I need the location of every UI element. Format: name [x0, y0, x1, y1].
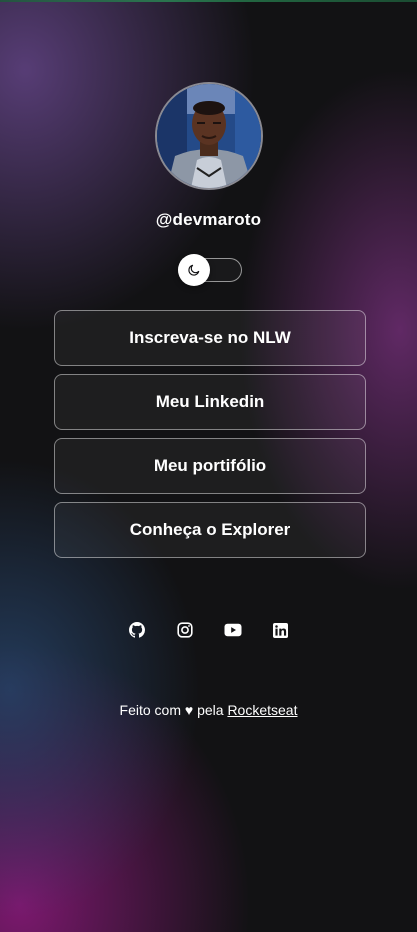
avatar-photo: [156, 84, 261, 188]
link-item: Inscreva-se no NLW: [54, 310, 366, 366]
instagram-link[interactable]: [173, 620, 197, 640]
link-nlw-button[interactable]: Inscreva-se no NLW: [54, 310, 366, 366]
page: @devmaroto Inscreva-se no NLW Meu Linked…: [0, 0, 417, 932]
rocketseat-link[interactable]: Rocketseat: [227, 702, 297, 718]
heart-icon: ♥: [184, 702, 194, 718]
top-accent-line: [0, 0, 417, 2]
links-list: Inscreva-se no NLW Meu Linkedin Meu port…: [54, 310, 366, 566]
footer: Feito com ♥ pela Rocketseat: [0, 702, 417, 718]
youtube-icon: [224, 623, 241, 637]
footer-middle: pela: [197, 702, 224, 718]
moon-icon: [188, 264, 200, 276]
theme-switch[interactable]: [178, 254, 242, 286]
youtube-link[interactable]: [221, 620, 245, 640]
profile-handle: @devmaroto: [155, 210, 262, 229]
social-links: [0, 620, 417, 640]
github-link[interactable]: [125, 620, 149, 640]
link-portfolio-button[interactable]: Meu portifólio: [54, 438, 366, 494]
link-item: Conheça o Explorer: [54, 502, 366, 558]
linkedin-icon: [273, 622, 288, 638]
link-item: Meu Linkedin: [54, 374, 366, 430]
instagram-icon: [176, 622, 193, 638]
link-explorer-button[interactable]: Conheça o Explorer: [54, 502, 366, 558]
github-icon: [128, 622, 145, 638]
footer-prefix: Feito com: [119, 702, 181, 718]
profile: @devmaroto: [0, 82, 417, 230]
avatar: [154, 82, 263, 190]
link-linkedin-button[interactable]: Meu Linkedin: [54, 374, 366, 430]
link-item: Meu portifólio: [54, 438, 366, 494]
theme-switch-thumb[interactable]: [178, 254, 210, 286]
linkedin-link[interactable]: [269, 620, 293, 640]
